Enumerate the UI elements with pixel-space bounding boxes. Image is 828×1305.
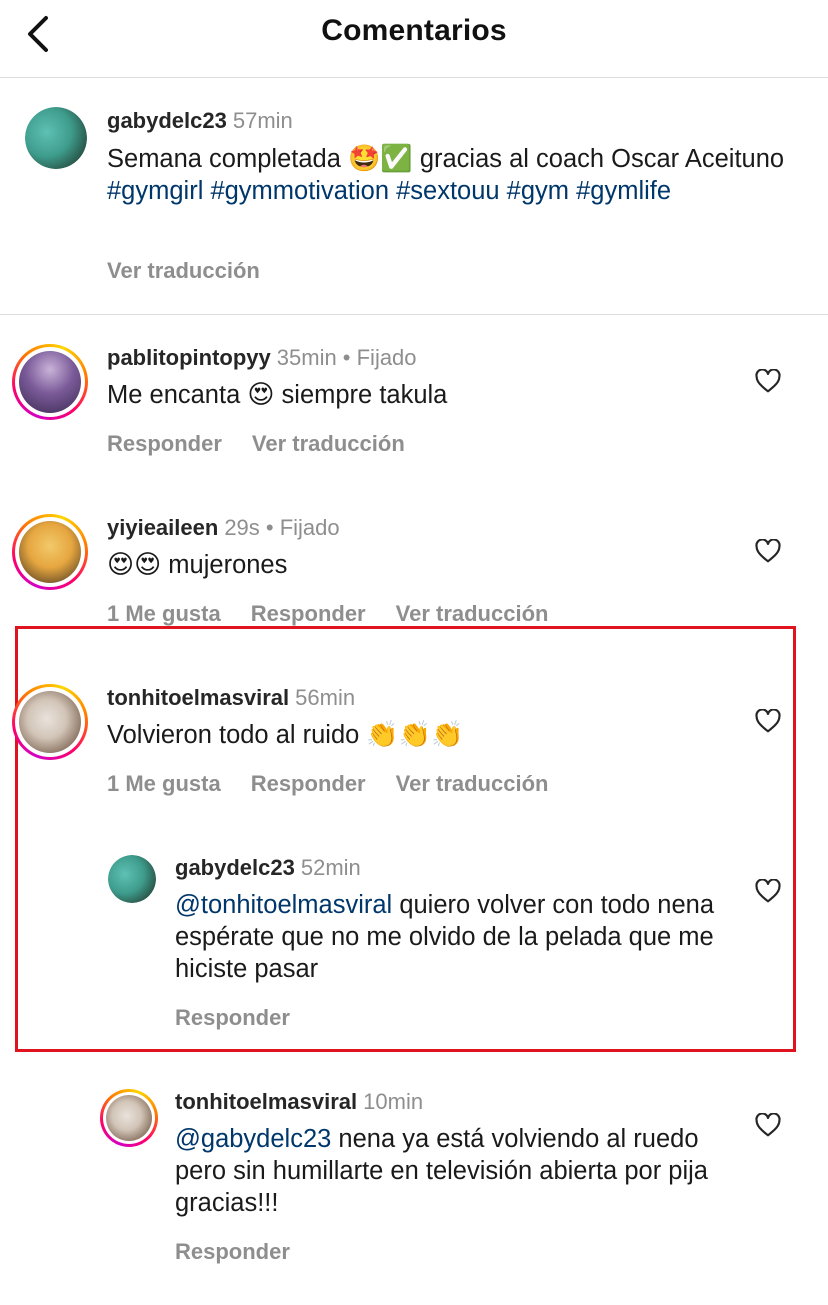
heart-icon[interactable] bbox=[755, 1113, 781, 1137]
reply-link[interactable]: Responder bbox=[175, 1005, 290, 1030]
comment-avatar[interactable] bbox=[12, 514, 88, 590]
reply-link[interactable]: Responder bbox=[107, 431, 222, 456]
emoji-group: 👏👏👏 bbox=[366, 720, 464, 750]
reply-text: @tonhitoelmasviral quiero volver con tod… bbox=[175, 891, 715, 983]
comment-actions: 1 Me gusta Responder Ver traducción bbox=[107, 601, 578, 627]
caption-username[interactable]: gabydelc23 57min bbox=[107, 108, 293, 134]
reply-username[interactable]: tonhitoelmasviral 10min bbox=[175, 1089, 423, 1115]
mention-link[interactable]: @tonhitoelmasviral bbox=[175, 891, 392, 919]
comment-avatar[interactable] bbox=[12, 684, 88, 760]
reply-username[interactable]: gabydelc23 52min bbox=[175, 855, 361, 881]
mention-link[interactable]: @gabydelc23 bbox=[175, 1125, 331, 1153]
caption-divider bbox=[0, 314, 828, 315]
reply-avatar[interactable] bbox=[100, 1089, 158, 1147]
comment-username[interactable]: pablitopintopyy 35min • Fijado bbox=[107, 345, 417, 371]
heart-icon[interactable] bbox=[755, 709, 781, 733]
comment-actions: Responder Ver traducción bbox=[107, 431, 435, 457]
reply-text: @gabydelc23 nena ya está volviendo al ru… bbox=[175, 1125, 708, 1217]
header: Comentarios bbox=[0, 0, 828, 78]
heart-icon[interactable] bbox=[755, 539, 781, 563]
reply-link[interactable]: Responder bbox=[251, 601, 366, 626]
heart-icon[interactable] bbox=[755, 879, 781, 903]
caption-avatar[interactable] bbox=[25, 107, 87, 169]
page-title: Comentarios bbox=[321, 14, 507, 47]
comment-actions: 1 Me gusta Responder Ver traducción bbox=[107, 771, 578, 797]
emoji-group: 😍😍 bbox=[107, 550, 162, 580]
comment-username[interactable]: yiyieaileen 29s • Fijado bbox=[107, 515, 340, 541]
comment-text: Volvieron todo al ruido 👏👏👏 bbox=[107, 720, 464, 750]
caption-text: Semana completada 🤩✅ gracias al coach Os… bbox=[107, 144, 785, 205]
reply-link[interactable]: Responder bbox=[175, 1239, 290, 1264]
heart-icon[interactable] bbox=[755, 369, 781, 393]
likes-count-link[interactable]: 1 Me gusta bbox=[107, 601, 221, 626]
likes-count-link[interactable]: 1 Me gusta bbox=[107, 771, 221, 796]
translate-link[interactable]: Ver traducción bbox=[107, 258, 260, 283]
translate-link[interactable]: Ver traducción bbox=[396, 601, 549, 626]
comment-username[interactable]: tonhitoelmasviral 56min bbox=[107, 685, 355, 711]
reply-actions: Responder bbox=[175, 1005, 320, 1031]
comment-text: Me encanta 😍 siempre takula bbox=[107, 380, 448, 410]
reply-link[interactable]: Responder bbox=[251, 771, 366, 796]
reply-actions: Responder bbox=[175, 1239, 320, 1265]
hashtags-link[interactable]: #gymgirl #gymmotivation #sextouu #gym #g… bbox=[107, 177, 671, 205]
comment-text: 😍😍 mujerones bbox=[107, 550, 288, 580]
translate-link[interactable]: Ver traducción bbox=[396, 771, 549, 796]
emoji-group: 🤩✅ bbox=[347, 144, 413, 174]
translate-link[interactable]: Ver traducción bbox=[252, 431, 405, 456]
caption-actions: Ver traducción bbox=[107, 258, 290, 284]
comment-avatar[interactable] bbox=[12, 344, 88, 420]
reply-avatar[interactable] bbox=[108, 855, 156, 903]
emoji-group: 😍 bbox=[247, 380, 275, 410]
